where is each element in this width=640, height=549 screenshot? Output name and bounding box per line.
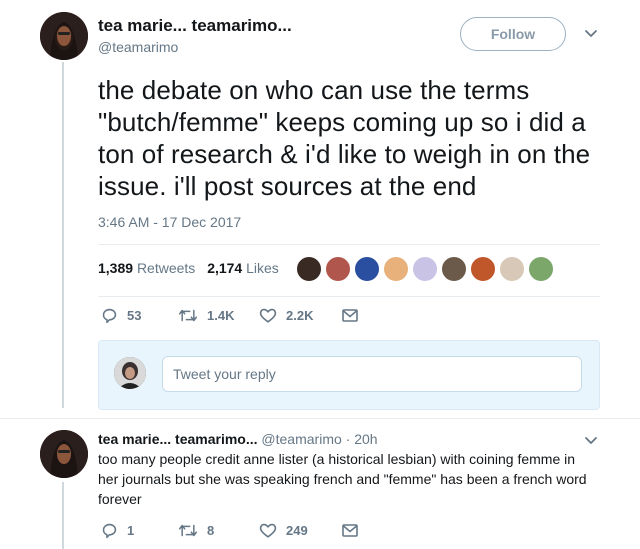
direct-message-action[interactable]	[342, 524, 358, 537]
envelope-icon	[342, 524, 358, 537]
author-display-name[interactable]: tea marie... teamarimo...	[98, 16, 292, 36]
heart-icon	[259, 523, 277, 538]
reply-author-meta[interactable]: @teamarimo · 20h	[261, 431, 377, 447]
liker-avatar[interactable]	[528, 256, 554, 282]
likes-count: 2,174	[207, 260, 243, 276]
like-action[interactable]: 2.2K	[259, 307, 313, 324]
like-count: 249	[286, 523, 308, 538]
thread-line	[62, 62, 64, 408]
like-count: 2.2K	[286, 308, 314, 323]
follow-button[interactable]: Follow	[460, 17, 566, 51]
retweet-icon	[178, 524, 198, 537]
liker-avatar[interactable]	[383, 256, 409, 282]
author-handle[interactable]: @teamarimo	[98, 39, 178, 55]
liker-avatar[interactable]	[499, 256, 525, 282]
divider	[0, 418, 640, 419]
divider	[98, 296, 600, 297]
reply-icon	[102, 523, 117, 539]
reply-text: too many people credit anne lister (a hi…	[98, 451, 587, 507]
retweets-stat[interactable]: 1,389 Retweets	[98, 260, 195, 276]
liker-avatar[interactable]	[441, 256, 467, 282]
retweet-action[interactable]: 8	[178, 522, 214, 539]
retweets-count: 1,389	[98, 260, 134, 276]
thread-line	[62, 482, 64, 549]
heart-icon	[259, 308, 277, 323]
reply-count: 53	[127, 308, 142, 323]
likes-stat[interactable]: 2,174 Likes	[207, 260, 279, 276]
retweet-icon	[178, 309, 198, 322]
tweet-stats: 1,389 Retweets 2,174 Likes	[98, 260, 279, 276]
tweet-timestamp[interactable]: 3:46 AM - 17 Dec 2017	[98, 214, 241, 230]
author-avatar[interactable]	[40, 430, 88, 478]
current-user-avatar	[114, 357, 146, 389]
liker-avatar[interactable]	[325, 256, 351, 282]
retweet-count: 1.4K	[207, 308, 235, 323]
liker-avatar[interactable]	[354, 256, 380, 282]
divider	[98, 244, 600, 245]
liker-avatar[interactable]	[412, 256, 438, 282]
envelope-icon	[342, 309, 358, 322]
reply-action[interactable]: 1	[101, 522, 134, 539]
liker-avatar[interactable]	[470, 256, 496, 282]
retweet-action[interactable]: 1.4K	[178, 307, 234, 324]
reply-action[interactable]: 53	[101, 307, 141, 324]
chevron-down-icon[interactable]	[584, 26, 598, 40]
reply-icon	[102, 308, 117, 324]
reply-author-name[interactable]: tea marie... teamarimo...	[98, 431, 258, 447]
reply-header: tea marie... teamarimo... @teamarimo · 2…	[98, 431, 378, 447]
like-action[interactable]: 249	[259, 522, 308, 539]
retweet-count: 8	[207, 523, 215, 538]
liker-avatar[interactable]	[296, 256, 322, 282]
reply-count: 1	[127, 523, 135, 538]
direct-message-action[interactable]	[342, 309, 358, 322]
author-avatar[interactable]	[40, 12, 88, 60]
chevron-down-icon[interactable]	[584, 433, 598, 447]
tweet-text: the debate on who can use the terms "but…	[98, 75, 591, 201]
likes-label: Likes	[246, 260, 279, 276]
retweets-label: Retweets	[136, 260, 196, 276]
reply-input[interactable]: Tweet your reply	[162, 356, 582, 392]
